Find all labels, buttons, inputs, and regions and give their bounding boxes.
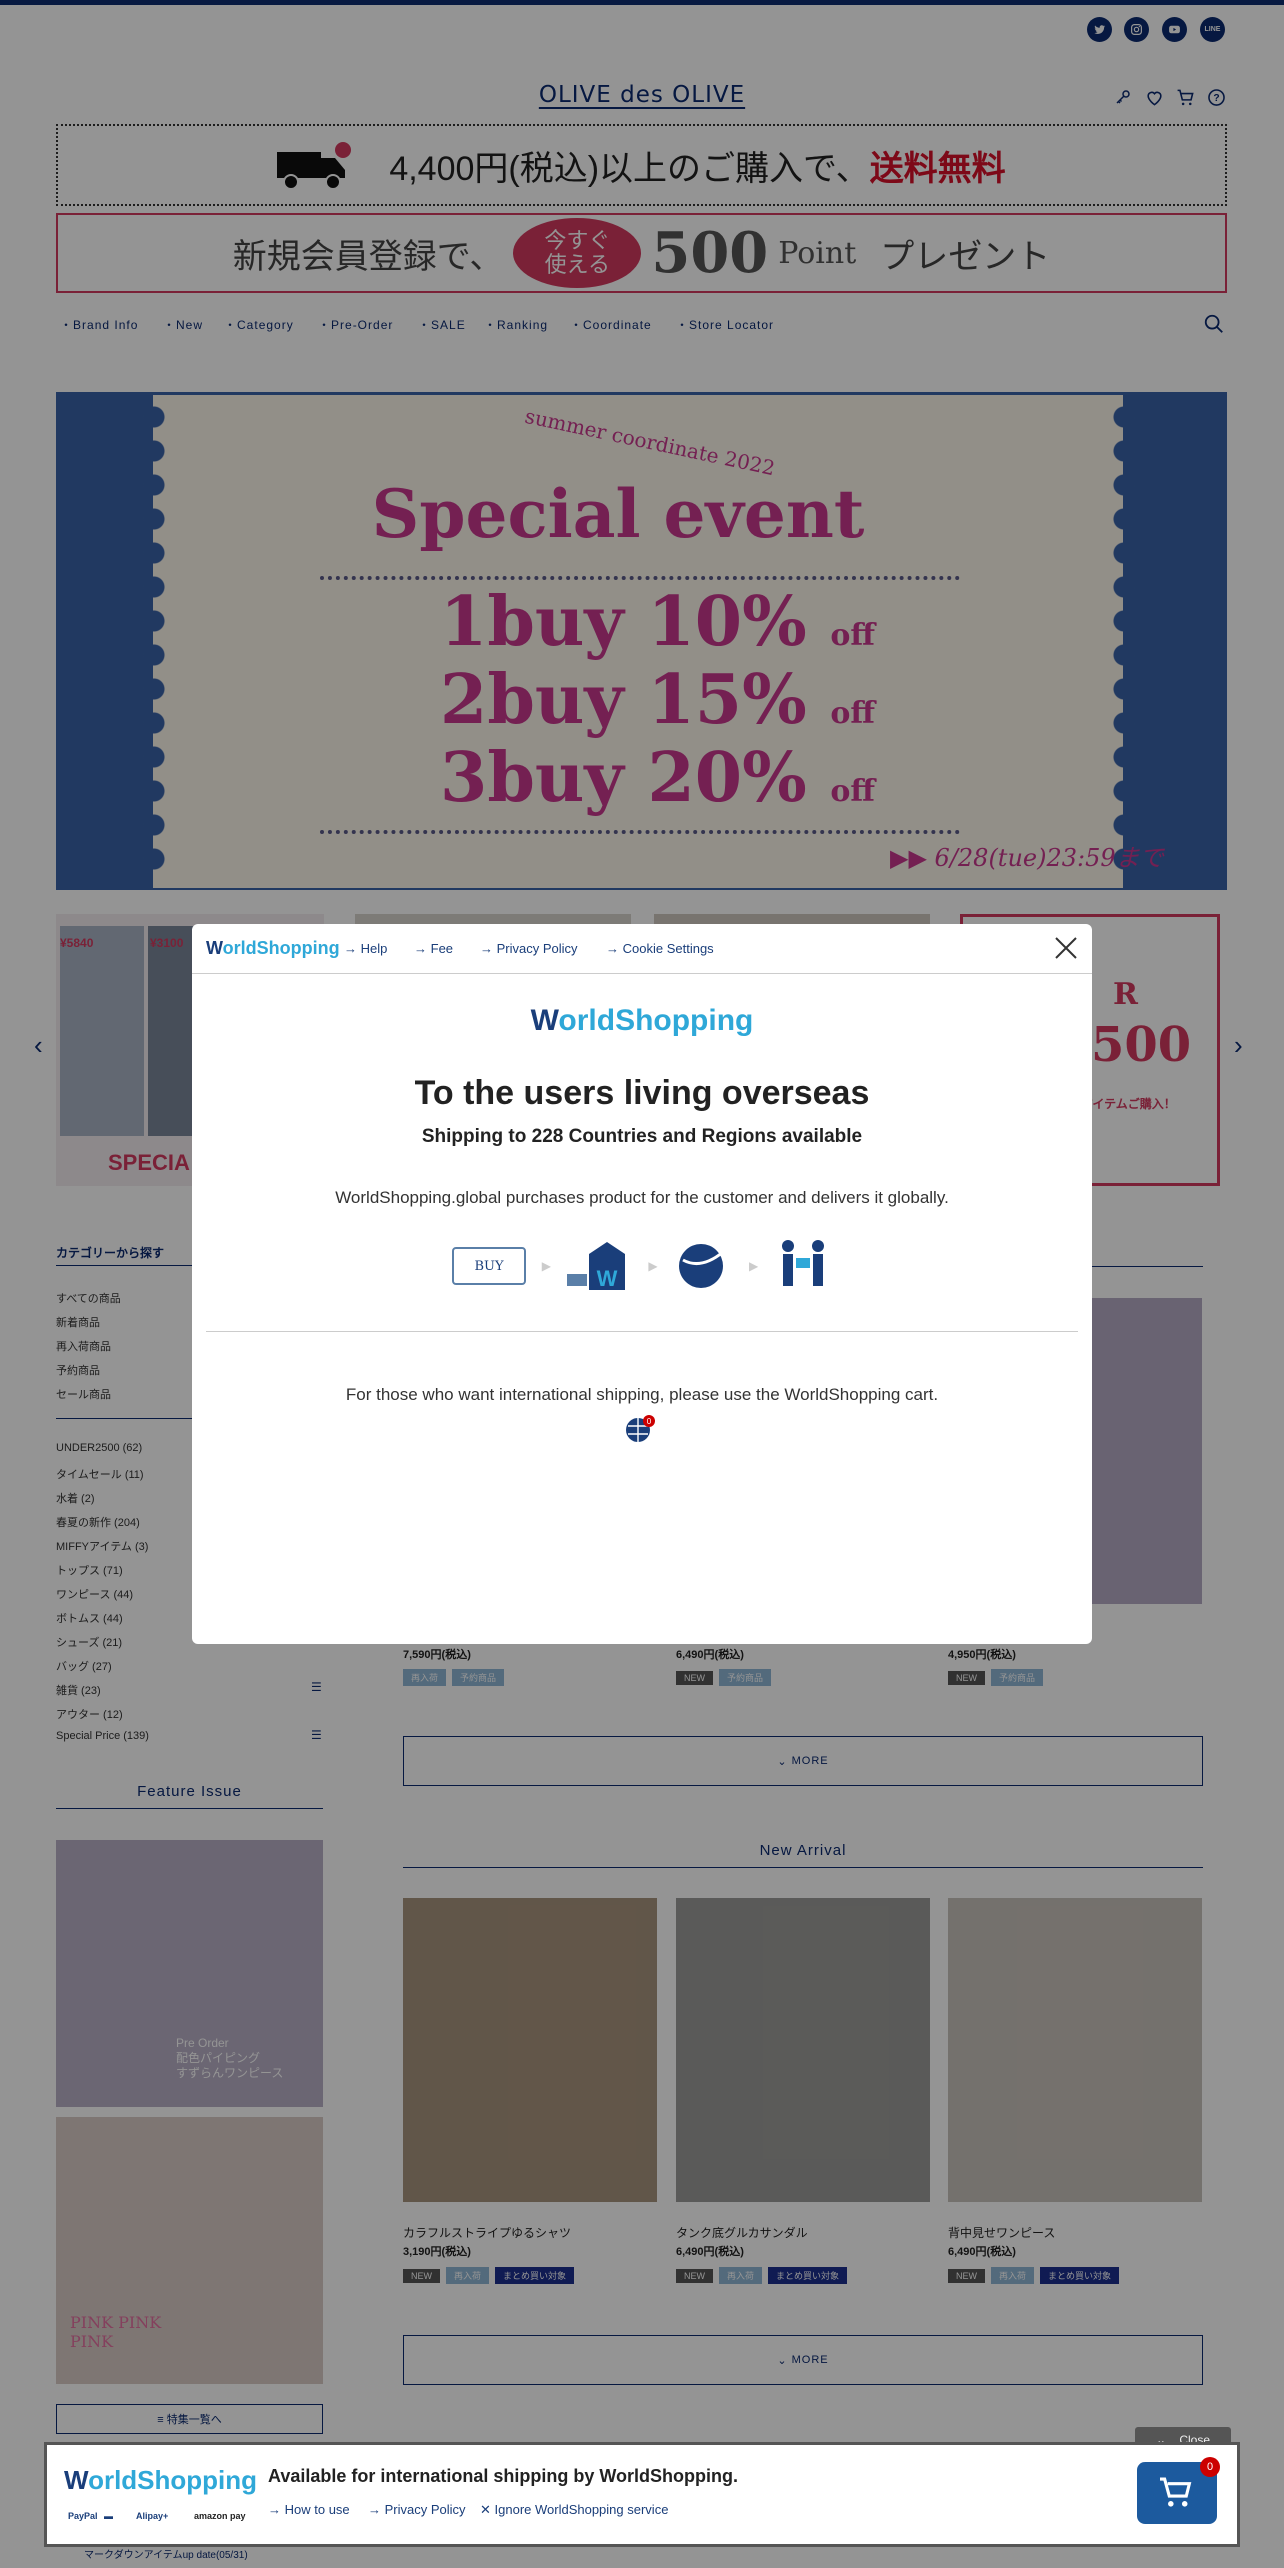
step-arrow-icon: ▶ [648, 1259, 658, 1273]
warehouse-step-icon: W [566, 1236, 633, 1297]
worldshopping-logo: WorldShopping [530, 1004, 754, 1037]
amazon-pay-icon: amazon pay [194, 2511, 246, 2521]
card-icon: ▬ [104, 2511, 113, 2521]
modal-link-privacy[interactable]: → Privacy Policy [480, 941, 578, 956]
step-arrow-icon: ▶ [748, 1259, 759, 1273]
modal-link-fee[interactable]: → Fee [414, 941, 453, 956]
svg-text:W: W [596, 1266, 617, 1291]
paypal-icon: PayPal [68, 2511, 98, 2521]
globe-step-icon [673, 1236, 733, 1297]
modal-link-cookie[interactable]: → Cookie Settings [606, 941, 714, 956]
footer-link-privacy[interactable]: → Privacy Policy [368, 2502, 466, 2517]
close-icon[interactable] [1054, 936, 1078, 965]
alipay-icon: Alipay+ [136, 2511, 169, 2521]
modal-note: For those who want international shippin… [345, 1385, 939, 1404]
step-arrow-icon: ▶ [541, 1259, 551, 1273]
modal-divider [206, 1331, 1078, 1332]
cart-icon [1160, 2477, 1192, 2507]
modal-subtitle: Shipping to 228 Countries and Regions av… [421, 1126, 863, 1147]
footer-title: Available for international shipping by … [268, 2466, 739, 2486]
process-steps: BUY ▶ W ▶ ▶ [452, 1234, 832, 1298]
modal-title: To the users living overseas [414, 1074, 870, 1112]
cart-count-badge: 0 [1200, 2457, 1220, 2477]
globe-cart-icon[interactable]: 0 [624, 1412, 658, 1451]
svg-text:0: 0 [647, 1417, 652, 1426]
modal-link-help[interactable]: → Help [344, 941, 387, 956]
modal-description: WorldShopping.global purchases product f… [335, 1188, 949, 1207]
worldshopping-logo-small[interactable]: WorldShopping [206, 938, 340, 959]
footer-link-how-to-use[interactable]: → How to use [268, 2502, 350, 2517]
delivery-step-icon [774, 1236, 832, 1297]
footer-link-ignore[interactable]: ✕ Ignore WorldShopping service [480, 2502, 668, 2518]
worldshopping-footer-logo[interactable]: WorldShopping [64, 2465, 257, 2496]
buy-step-icon: BUY [452, 1247, 526, 1285]
worldshopping-modal: WorldShopping → Help → Fee → Privacy Pol… [192, 924, 1092, 1644]
